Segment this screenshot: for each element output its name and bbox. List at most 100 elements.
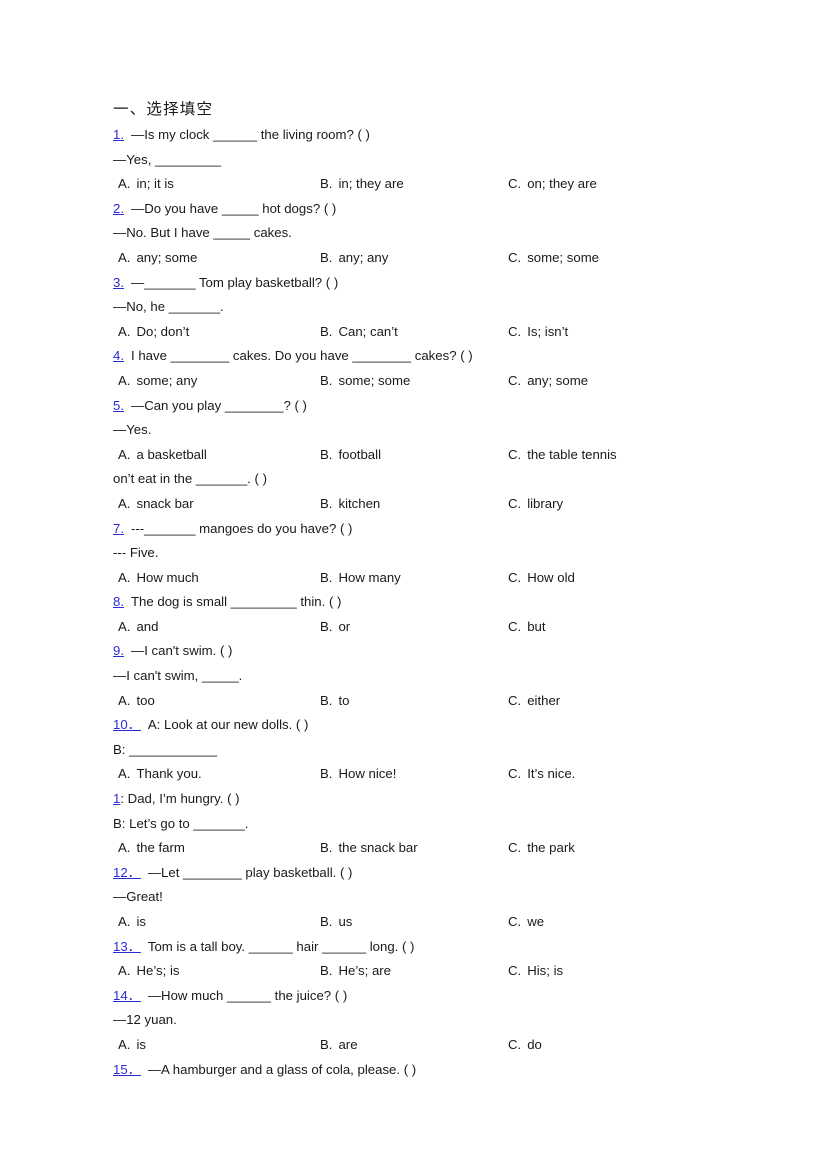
option-letter: A. <box>118 840 131 856</box>
option-a[interactable]: A. is <box>118 1033 146 1058</box>
option-b[interactable]: B. Can; can’t <box>320 320 398 345</box>
question-continuation-line: —Great! <box>113 889 163 905</box>
option-letter: A. <box>118 1036 131 1052</box>
option-b[interactable]: B. some; some <box>320 369 410 394</box>
question-block: 1: Dad, I’m hungry. ( ) B: Let’s go to __… <box>113 787 730 861</box>
option-letter: A. <box>118 249 131 265</box>
option-b[interactable]: B. to <box>320 689 349 714</box>
option-b[interactable]: B. How many <box>320 566 401 591</box>
question-stem: —Is my clock ______ the living room? ( ) <box>131 127 370 142</box>
question-block: 8. The dog is small _________ thin. ( ) A.… <box>113 590 730 639</box>
option-a[interactable]: A. and <box>118 615 158 640</box>
option-letter: B. <box>320 323 333 339</box>
option-letter: B. <box>320 446 333 462</box>
option-a[interactable]: A. He’s; is <box>118 959 179 984</box>
option-c[interactable]: C. His; is <box>508 959 563 984</box>
option-letter: A. <box>118 446 131 462</box>
option-a[interactable]: A. some; any <box>118 369 197 394</box>
option-a[interactable]: A. any; some <box>118 246 197 271</box>
option-a[interactable]: A. Thank you. <box>118 762 202 787</box>
option-b[interactable]: B. football <box>320 443 381 468</box>
question-stem: —_______ Tom play basketball? ( ) <box>131 274 339 290</box>
question-continuation-line: —No, he _______. <box>113 299 224 315</box>
option-text: the snack bar <box>338 840 418 856</box>
option-a[interactable]: A. snack bar <box>118 492 194 517</box>
option-c[interactable]: C. any; some <box>508 369 588 394</box>
option-text: Do; don’t <box>136 323 190 339</box>
option-letter: A. <box>118 766 131 782</box>
question-block: 7. ---_______ mangoes do you have? ( ) ---… <box>113 517 730 591</box>
option-c[interactable]: C. but <box>508 615 546 640</box>
option-text: on; they are <box>527 176 597 192</box>
option-text: to <box>338 692 350 708</box>
option-letter: C. <box>508 692 522 708</box>
option-c[interactable]: C. library <box>508 492 563 517</box>
question-continuation-line: —Yes, _________ <box>113 151 222 167</box>
question-block: 9. —I can't swim. ( ) —I can't swim, _____… <box>113 639 730 713</box>
question-stem-line: 5. —Can you play ________? ( ) <box>113 394 730 419</box>
question-stem-line: 7. ---_______ mangoes do you have? ( ) <box>113 517 730 542</box>
question-stem-line: 9. —I can't swim. ( ) <box>113 639 730 664</box>
option-c[interactable]: C. It’s nice. <box>508 762 575 787</box>
question-continuation-line: —No. But I have _____ cakes. <box>113 225 292 241</box>
option-letter: B. <box>320 963 333 979</box>
option-text: How much <box>136 569 199 585</box>
option-a[interactable]: A. How much <box>118 566 199 591</box>
option-letter: B. <box>320 1036 333 1052</box>
option-b[interactable]: B. How nice! <box>320 762 396 787</box>
option-b[interactable]: B. kitchen <box>320 492 380 517</box>
question-stem-line: 4. I have ________ cakes. Do you have ___… <box>113 344 730 369</box>
option-b[interactable]: B. or <box>320 615 350 640</box>
option-letter: C. <box>508 1036 522 1052</box>
option-b[interactable]: B. are <box>320 1033 358 1058</box>
option-letter: B. <box>320 495 333 511</box>
option-c[interactable]: C. the park <box>508 836 575 861</box>
option-letter: A. <box>118 914 131 929</box>
option-a[interactable]: A. Do; don’t <box>118 320 189 345</box>
option-c[interactable]: C. Is; isn’t <box>508 320 568 345</box>
option-b[interactable]: B. us <box>320 910 352 935</box>
option-row: A. is B. are C. do <box>113 1033 730 1058</box>
question-continuation-line: —I can't swim, _____. <box>113 668 243 684</box>
option-c[interactable]: C. the table tennis <box>508 443 617 468</box>
option-letter: C. <box>508 914 522 929</box>
question-number: 7. <box>113 520 124 536</box>
question-block: 5. —Can you play ________? ( ) —Yes. A. a ba… <box>113 394 730 468</box>
option-letter: C. <box>508 618 522 634</box>
option-letter: B. <box>320 176 333 192</box>
option-c[interactable]: C. some; some <box>508 246 599 271</box>
option-a[interactable]: A. the farm <box>118 836 185 861</box>
option-letter: C. <box>508 963 522 979</box>
question-stem: —A hamburger and a glass of cola, please… <box>147 1061 417 1077</box>
option-text: is <box>136 914 146 929</box>
option-row: A. the farm B. the snack bar C. the park <box>113 836 730 861</box>
option-a[interactable]: A. is <box>118 910 146 935</box>
option-c[interactable]: C. on; they are <box>508 172 597 197</box>
option-a[interactable]: A. too <box>118 689 155 714</box>
option-row: A. is B. us C. we <box>113 910 730 935</box>
option-text: and <box>136 618 159 634</box>
option-a[interactable]: A. in; it is <box>118 172 174 197</box>
question-block: 13． Tom is a tall boy. ______ hair ______… <box>113 935 730 984</box>
option-a[interactable]: A. a basketball <box>118 443 207 468</box>
question-block: on’t eat in the _______. ( ) A. snack bar B… <box>113 467 730 516</box>
option-c[interactable]: C. How old <box>508 566 575 591</box>
section-heading: 一、选择填空 <box>113 101 214 118</box>
option-text: either <box>527 692 561 708</box>
question-number: 12． <box>113 864 141 880</box>
option-text: How nice! <box>338 766 397 782</box>
option-b[interactable]: B. the snack bar <box>320 836 418 861</box>
option-row: A. He’s; is B. He’s; are C. His; is <box>113 959 730 984</box>
question-stem-line: 13． Tom is a tall boy. ______ hair ______… <box>113 935 730 960</box>
option-c[interactable]: C. either <box>508 689 560 714</box>
option-b[interactable]: B. any; any <box>320 246 388 271</box>
question-stem-line: on’t eat in the _______. ( ) <box>113 467 730 492</box>
option-text: are <box>338 1036 358 1052</box>
question-stem: on’t eat in the _______. ( ) <box>113 471 267 487</box>
option-b[interactable]: B. He’s; are <box>320 959 391 984</box>
option-c[interactable]: C. do <box>508 1033 542 1058</box>
option-letter: C. <box>508 446 522 462</box>
option-c[interactable]: C. we <box>508 910 544 935</box>
option-b[interactable]: B. in; they are <box>320 172 404 197</box>
question-stem: —Can you play ________? ( ) <box>131 397 307 413</box>
